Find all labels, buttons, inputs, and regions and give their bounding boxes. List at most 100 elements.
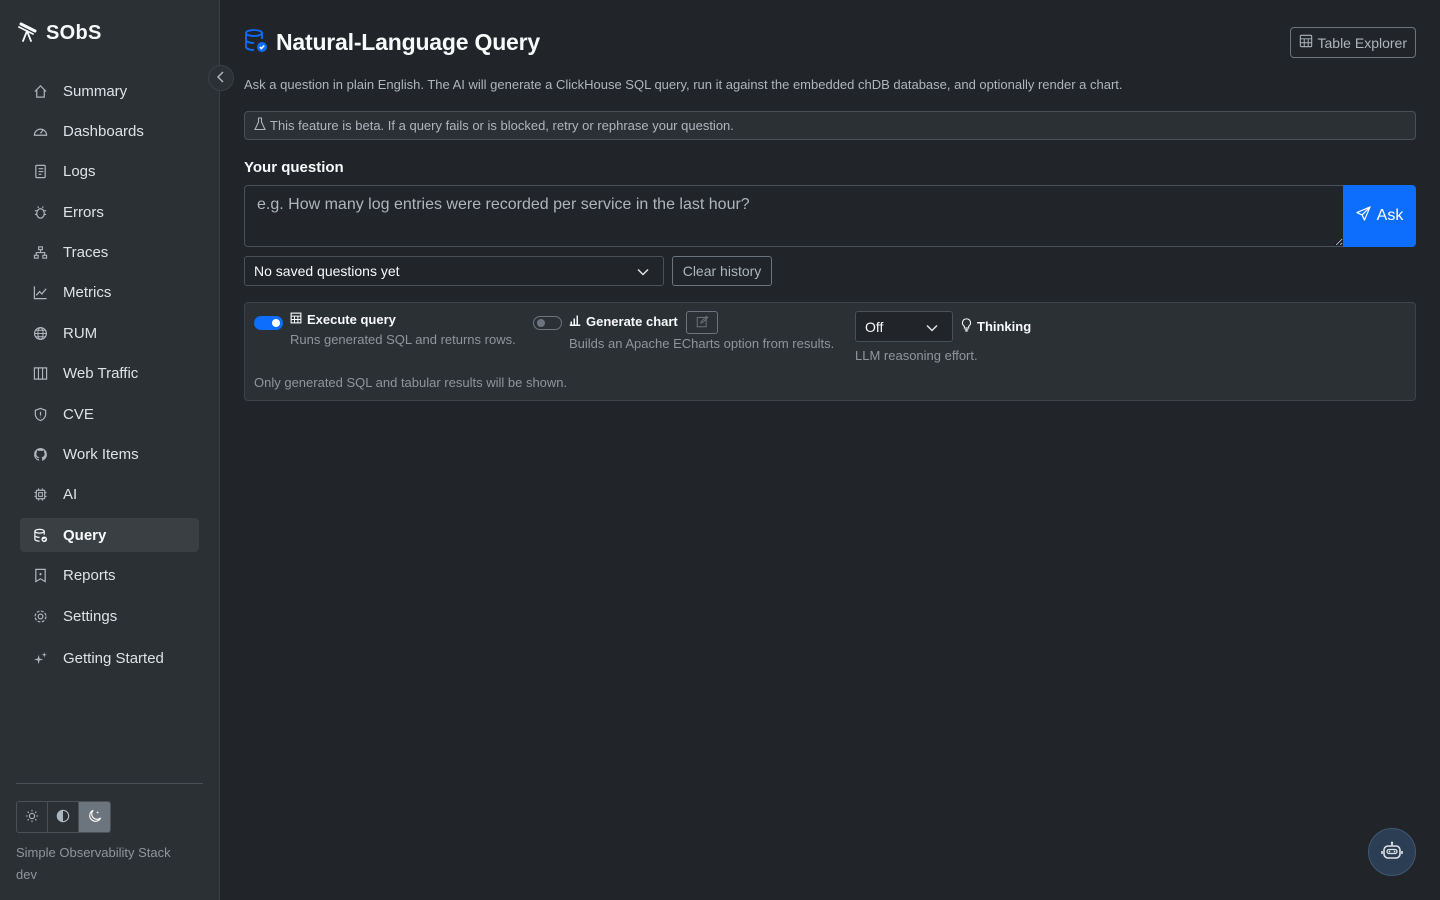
sidebar-item-label: Getting Started — [63, 649, 164, 667]
chevron-left-icon — [216, 70, 226, 86]
moon-stars-icon — [88, 809, 102, 826]
sidebar-item-dashboards[interactable]: Dashboards — [20, 114, 199, 148]
thinking-title: Thinking — [961, 318, 1031, 335]
sidebar-item-logs[interactable]: Logs — [20, 155, 199, 189]
speedometer-icon — [32, 123, 48, 139]
columns-icon — [32, 366, 48, 382]
bug-icon — [32, 204, 48, 220]
sidebar-item-label: Dashboards — [63, 122, 144, 140]
journal-icon — [32, 164, 48, 180]
database-check-icon — [244, 28, 268, 57]
github-icon — [32, 447, 48, 463]
house-icon — [32, 83, 48, 99]
clear-history-button[interactable]: Clear history — [672, 256, 772, 286]
ask-button[interactable]: Ask — [1343, 185, 1416, 247]
ask-label: Ask — [1376, 207, 1404, 224]
sidebar-item-work-items[interactable]: Work Items — [20, 438, 199, 472]
theme-switcher — [16, 801, 111, 833]
beta-notice-text: This feature is beta. If a query fails o… — [270, 118, 734, 133]
question-input[interactable] — [244, 185, 1344, 247]
chevron-down-icon — [637, 263, 649, 279]
send-icon — [1355, 206, 1371, 226]
generate-chart-title: Generate chart — [569, 314, 678, 329]
beta-notice: This feature is beta. If a query fails o… — [244, 111, 1416, 140]
sun-icon — [25, 809, 39, 826]
pencil-square-icon — [696, 315, 709, 331]
sidebar-item-label: Work Items — [63, 446, 139, 464]
sidebar-divider — [16, 783, 203, 784]
sidebar-item-label: AI — [63, 486, 78, 504]
sidebar-item-traces[interactable]: Traces — [20, 236, 199, 270]
brand[interactable]: SObS — [16, 20, 102, 46]
edit-chart-button[interactable] — [686, 311, 718, 334]
sidebar-item-metrics[interactable]: Metrics — [20, 276, 199, 310]
question-label: Your question — [244, 159, 344, 176]
telescope-icon — [16, 21, 38, 46]
query-options-card: Execute query Runs generated SQL and ret… — [244, 302, 1416, 401]
sidebar-footer: Simple Observability Stack dev — [16, 842, 171, 886]
theme-light-button[interactable] — [17, 802, 48, 832]
table-explorer-label: Table Explorer — [1317, 34, 1408, 51]
globe-icon — [32, 325, 48, 341]
sidebar-item-label: Settings — [63, 607, 118, 625]
sidebar-item-label: Traces — [63, 244, 109, 262]
page-description: Ask a question in plain English. The AI … — [244, 77, 1123, 92]
ai-assistant-button[interactable] — [1368, 828, 1416, 876]
sidebar: SObS Summary Dashboards Logs Errors Trac… — [0, 0, 220, 900]
sidebar-item-cve[interactable]: CVE — [20, 397, 199, 431]
bookmark-icon — [32, 568, 48, 584]
table-explorer-button[interactable]: Table Explorer — [1289, 27, 1416, 58]
sidebar-item-settings[interactable]: Settings — [20, 599, 199, 633]
lightbulb-icon — [961, 318, 972, 335]
table-icon — [290, 312, 302, 327]
sidebar-collapse-button[interactable] — [208, 65, 234, 91]
sidebar-item-label: Summary — [63, 82, 128, 100]
gear-icon — [32, 608, 48, 624]
sidebar-item-label: Logs — [63, 163, 96, 181]
thinking-effort-value: Off — [865, 318, 884, 335]
table-icon — [1299, 34, 1313, 51]
sidebar-item-label: Web Traffic — [63, 365, 139, 383]
execute-query-toggle[interactable] — [254, 316, 283, 330]
execute-query-title: Execute query — [290, 312, 396, 327]
saved-questions-select[interactable]: No saved questions yet — [244, 256, 664, 286]
shield-icon — [32, 406, 48, 422]
database-check-icon — [32, 527, 48, 543]
generate-chart-toggle[interactable] — [533, 316, 562, 330]
sidebar-item-label: CVE — [63, 405, 94, 423]
sidebar-item-getting-started[interactable]: Getting Started — [20, 641, 199, 675]
sidebar-item-label: Metrics — [63, 284, 112, 302]
diagram-icon — [32, 245, 48, 261]
thinking-desc: LLM reasoning effort. — [855, 348, 978, 363]
chevron-down-icon — [926, 319, 938, 335]
page-title: Natural-Language Query — [276, 29, 540, 55]
app-name: SObS — [46, 21, 102, 44]
saved-questions-value: No saved questions yet — [254, 263, 400, 279]
robot-icon — [1381, 841, 1403, 864]
app-full-name: Simple Observability Stack — [16, 845, 171, 860]
sidebar-item-query[interactable]: Query — [20, 518, 199, 553]
sidebar-item-label: RUM — [63, 324, 98, 342]
stars-icon — [32, 650, 48, 666]
sidebar-item-summary[interactable]: Summary — [20, 74, 199, 108]
thinking-effort-select[interactable]: Off — [855, 311, 953, 342]
sidebar-item-ai[interactable]: AI — [20, 478, 199, 512]
sidebar-item-rum[interactable]: RUM — [20, 316, 199, 350]
flask-icon — [254, 117, 266, 134]
sidebar-item-web-traffic[interactable]: Web Traffic — [20, 357, 199, 391]
sidebar-item-label: Reports — [63, 567, 116, 585]
sidebar-nav: Summary Dashboards Logs Errors Traces Me… — [20, 74, 199, 681]
options-note: Only generated SQL and tabular results w… — [254, 375, 568, 390]
sidebar-item-errors[interactable]: Errors — [20, 195, 199, 229]
graph-up-icon — [32, 285, 48, 301]
cpu-icon — [32, 487, 48, 503]
circle-half-icon — [56, 809, 70, 826]
app-version: dev — [16, 867, 37, 882]
bar-chart-icon — [569, 314, 581, 329]
sidebar-item-reports[interactable]: Reports — [20, 559, 199, 593]
theme-dark-button[interactable] — [79, 802, 110, 832]
theme-auto-button[interactable] — [48, 802, 79, 832]
generate-chart-desc: Builds an Apache ECharts option from res… — [569, 336, 835, 351]
execute-query-desc: Runs generated SQL and returns rows. — [290, 332, 516, 347]
sidebar-item-label: Errors — [63, 203, 104, 221]
